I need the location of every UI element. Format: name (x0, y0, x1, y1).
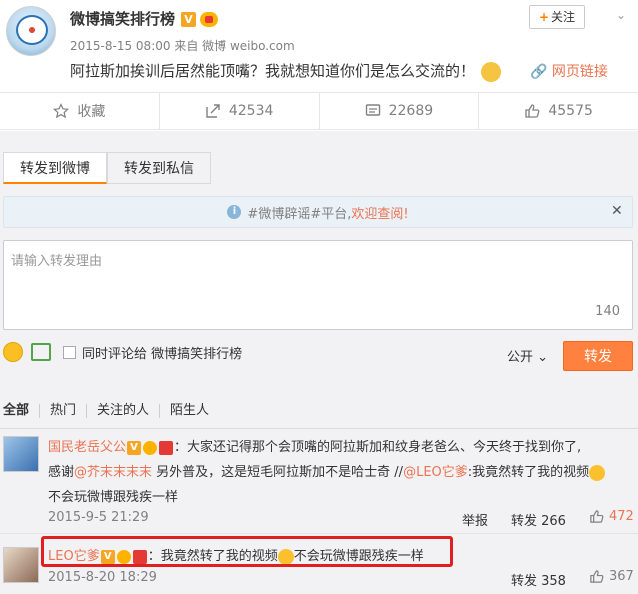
forward-tabs: 转发到微博 转发到私信 (3, 152, 211, 186)
verified-badge-icon: V (127, 440, 142, 455)
link-icon: 🔗 (530, 64, 548, 80)
chevron-down-icon: ⌄ (537, 350, 549, 365)
comment-time: 2015-8-20 18:29 (48, 570, 157, 585)
vip-badge-icon (200, 12, 219, 27)
author-name-row: 微博搞笑排行榜 V (70, 8, 219, 29)
comment-count: 22689 (388, 103, 434, 119)
favorite-button[interactable]: 收藏 (0, 93, 160, 129)
comment-time: 2015-9-5 21:29 (48, 510, 149, 525)
share-icon (206, 104, 220, 118)
highlight-box (41, 536, 453, 567)
like-button[interactable]: 45575 (479, 93, 638, 129)
commenter-name[interactable]: 国民老岳父公 (48, 440, 126, 455)
crying-emoji-icon (589, 464, 606, 481)
notice-link[interactable]: 欢迎查阅! (351, 203, 408, 222)
comment-like-count: 367 (609, 569, 634, 584)
comment-text: ：大家还记得那个会顶嘴的阿拉斯加和纹身老爸么、今天终于找到你了, (174, 440, 582, 455)
composer-tools: 同时评论给 微博搞笑排行榜 (3, 341, 242, 363)
comment-repost-link[interactable]: 转发 358 (511, 570, 566, 589)
comment-button[interactable]: 22689 (320, 93, 480, 129)
post-card: 微博搞笑排行榜 V 2015-8-15 08:00 来自 微博 weibo.com… (0, 0, 638, 92)
thumbs-up-icon (590, 510, 604, 523)
plus-icon: + (538, 10, 550, 24)
post-text: 阿拉斯加挨训后居然能顶嘴？我就想知道你们是怎么交流的！ (70, 62, 476, 80)
also-comment-checkbox[interactable] (63, 345, 76, 359)
author-avatar[interactable] (6, 6, 56, 56)
repost-reason-input[interactable]: 请输入转发理由 140 (3, 240, 633, 330)
mention-link[interactable]: @LEO它爹 (403, 465, 468, 480)
thumbs-up-icon (525, 104, 540, 118)
close-icon[interactable]: ✕ (611, 203, 623, 219)
comment-like-button[interactable]: 367 (589, 569, 634, 584)
filter-strangers[interactable]: 陌生人 (160, 404, 219, 418)
comment-repost-link[interactable]: 转发 266 (511, 510, 566, 529)
visibility-select[interactable]: 公开 ⌄ (507, 346, 548, 365)
thumbs-up-icon (590, 570, 604, 583)
comment-like-button[interactable]: 472 (589, 509, 634, 524)
follow-label: 关注 (551, 10, 576, 24)
info-icon: i (227, 205, 242, 219)
report-link[interactable]: 举报 (462, 510, 488, 529)
image-icon[interactable] (31, 343, 51, 361)
follow-button[interactable]: + 关注 (529, 5, 585, 29)
tab-forward-message[interactable]: 转发到私信 (107, 152, 211, 184)
comment-text: 感谢 (48, 465, 75, 480)
author-name[interactable]: 微博搞笑排行榜 (70, 10, 175, 28)
filter-following[interactable]: 关注的人 (87, 404, 161, 418)
post-text-row: 阿拉斯加挨训后居然能顶嘴？我就想知道你们是怎么交流的！ (70, 60, 502, 82)
like-count: 45575 (548, 103, 593, 119)
action-bar: 收藏 42534 22689 45575 (0, 92, 638, 130)
also-comment-label: 同时评论给 微博搞笑排行榜 (82, 346, 243, 362)
mention-link[interactable]: @芥末末末末 (74, 465, 152, 480)
filter-hot[interactable]: 热门 (40, 404, 88, 418)
rumor-notice: i #微博辟谣#平台, 欢迎查阅! (3, 196, 633, 228)
tab-forward-weibo[interactable]: 转发到微博 (3, 152, 107, 184)
submit-repost-button[interactable]: 转发 (563, 341, 633, 371)
divider (0, 533, 638, 534)
comment-line-2: 感谢@芥末末末末 另外普及，这是短毛阿拉斯加不是哈士奇 //@LEO它爹:我竟然… (48, 461, 606, 481)
filter-all[interactable]: 全部 (0, 404, 41, 418)
post-meta: 2015-8-15 08:00 来自 微博 weibo.com (70, 39, 295, 53)
repost-count: 42534 (228, 103, 274, 119)
comment-line-3: 不会玩微博跟残疾一样 (48, 490, 179, 505)
visibility-label: 公开 (507, 350, 534, 365)
red-badge-icon (159, 440, 174, 455)
avatar-nose (29, 27, 35, 33)
verified-badge-icon: V (181, 12, 197, 27)
vip-badge-icon (143, 440, 158, 455)
web-link-label: 网页链接 (551, 64, 608, 80)
comment-like-count: 472 (609, 509, 634, 524)
chevron-down-icon[interactable]: ⌄ (616, 8, 626, 22)
comment-line-1: 国民老岳父公 V ：大家还记得那个会顶嘴的阿拉斯加和纹身老爸么、今天终于找到你了, (48, 436, 581, 455)
notice-hashtag[interactable]: #微博辟谣#平台, (247, 203, 351, 222)
comment-text: :我竟然转了我的视频 (467, 465, 590, 480)
char-count: 140 (595, 304, 620, 319)
cat-emoji-icon (481, 61, 502, 82)
comment-icon (365, 104, 380, 116)
comment-filter: 全部 热门 关注的人 陌生人 (0, 404, 219, 418)
input-placeholder: 请输入转发理由 (11, 254, 103, 269)
divider (0, 428, 638, 429)
favorite-label: 收藏 (77, 104, 106, 120)
repost-button[interactable]: 42534 (160, 93, 320, 129)
comment-text: 另外普及，这是短毛阿拉斯加不是哈士奇 // (156, 465, 404, 480)
commenter-avatar[interactable] (3, 547, 39, 583)
web-link[interactable]: 🔗 网页链接 (530, 61, 608, 81)
commenter-avatar[interactable] (3, 436, 39, 472)
emoji-icon[interactable] (3, 342, 23, 362)
star-icon (53, 103, 70, 119)
